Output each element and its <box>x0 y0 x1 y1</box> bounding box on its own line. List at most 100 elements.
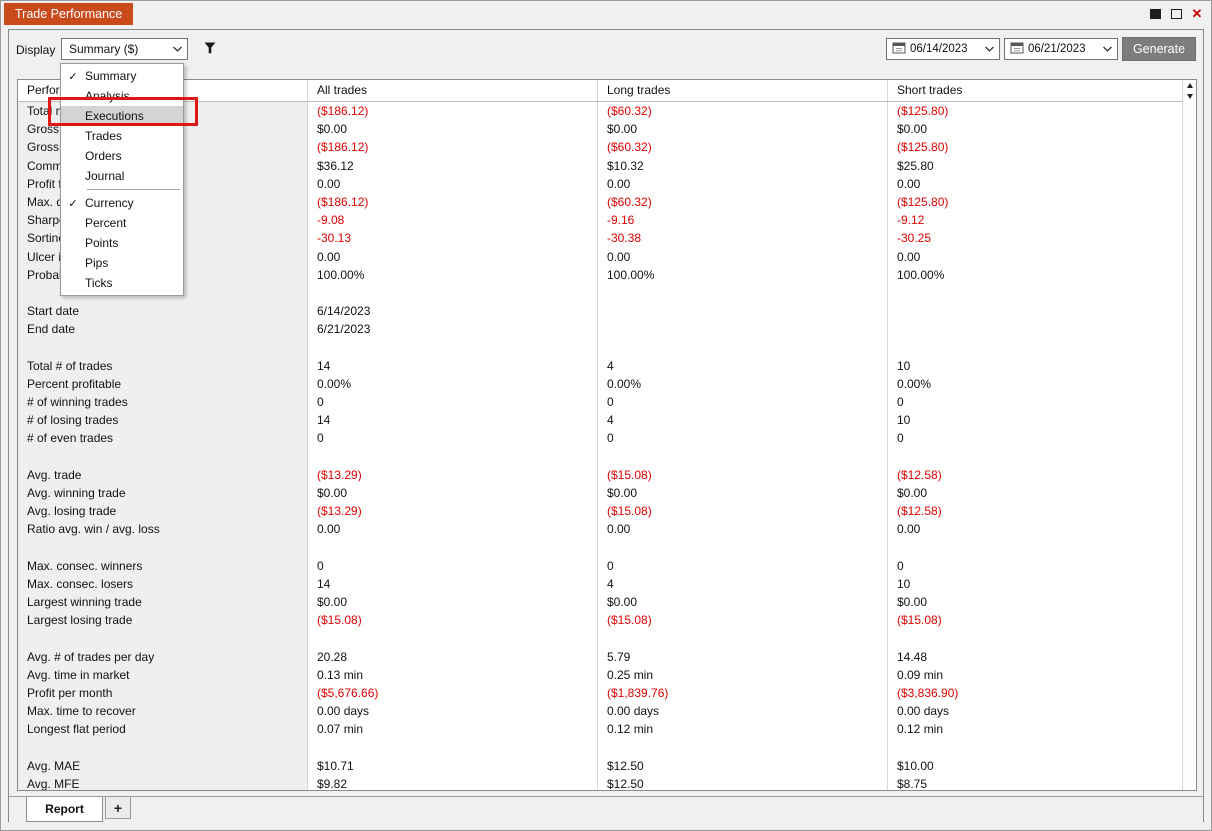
cell-value: $8.75 <box>897 776 928 790</box>
cell-value <box>598 629 888 648</box>
maximize-button[interactable] <box>1167 6 1185 21</box>
cell-value <box>888 320 1196 338</box>
cell-value: $0.00 <box>308 593 598 612</box>
cell-value: $0.00 <box>598 593 888 612</box>
row-label: Avg. MFE <box>18 774 308 790</box>
cell-value: 0 <box>308 429 598 448</box>
menu-item-ticks[interactable]: Ticks <box>61 273 183 293</box>
row-label: Percent profitable <box>18 374 308 393</box>
menu-item-orders[interactable]: Orders <box>61 146 183 166</box>
row-label: # of losing trades <box>18 411 308 430</box>
row-label: Longest flat period <box>18 720 308 739</box>
content-panel: Display Summary ($) 06/14/2023 06/21/202… <box>8 29 1204 824</box>
cell-value: 0.00 days <box>308 702 598 721</box>
cell-value: 0 <box>598 556 888 575</box>
menu-item-label: Journal <box>85 169 125 183</box>
row-label: Largest losing trade <box>18 611 308 630</box>
cell-value: $0.00 <box>897 122 928 137</box>
menu-item-percent[interactable]: Percent <box>61 213 183 233</box>
end-date-picker[interactable]: 06/21/2023 <box>1004 38 1118 60</box>
add-tab-button[interactable]: + <box>105 797 131 819</box>
row-label: Max. consec. losers <box>18 574 308 594</box>
column-header: Short trades <box>897 83 963 97</box>
report-tab[interactable]: Report <box>26 797 103 822</box>
cell-value: -30.38 <box>598 229 888 248</box>
menu-item-label: Ticks <box>85 276 113 290</box>
cell-value <box>598 447 888 466</box>
window-controls: ✕ <box>1146 6 1206 21</box>
menu-item-label: Pips <box>85 256 109 270</box>
cell-value: 0.00 <box>308 174 598 193</box>
calendar-icon <box>892 41 906 57</box>
table-row: Sortino ratio-30.13-30.38-30.25 <box>18 229 1196 248</box>
cell-value: $0.00 <box>308 120 598 139</box>
close-button[interactable]: ✕ <box>1188 6 1206 21</box>
menu-item-summary[interactable]: ✓ Summary <box>61 66 183 86</box>
row-label: Profit per month <box>18 684 308 703</box>
table-row <box>18 338 1196 357</box>
filter-button[interactable] <box>200 40 220 60</box>
menu-item-currency[interactable]: ✓ Currency <box>61 193 183 213</box>
cell-value: 4 <box>598 411 888 430</box>
menu-item-label: Summary <box>85 69 137 83</box>
window-title-tab[interactable]: Trade Performance <box>4 3 134 25</box>
cell-value: -30.25 <box>897 231 932 246</box>
cell-value: ($12.58) <box>897 504 942 519</box>
display-dropdown[interactable]: Summary ($) <box>61 38 188 60</box>
cell-value: 0 <box>598 393 888 412</box>
table-row <box>18 738 1196 757</box>
cell-value: ($5,676.66) <box>308 684 598 703</box>
generate-button[interactable]: Generate <box>1122 37 1196 61</box>
cell-value <box>888 338 1196 356</box>
cell-value: $9.82 <box>308 774 598 790</box>
cell-value: 0 <box>308 556 598 575</box>
table-row: Longest flat period 0.07 min 0.12 min 0.12 … <box>18 720 1196 739</box>
row-label <box>18 447 308 466</box>
row-label: Avg. # of trades per day <box>18 647 308 666</box>
cell-value: $10.32 <box>598 156 888 175</box>
cell-value <box>598 283 888 303</box>
menu-item-trades[interactable]: Trades <box>61 126 183 146</box>
table-row: Percent profitable 0.00% 0.00% 0.00% <box>18 374 1196 393</box>
table-row: # of winning trades 0 0 0 <box>18 393 1196 412</box>
cell-value: $12.50 <box>598 756 888 775</box>
start-date-picker[interactable]: 06/14/2023 <box>886 38 1000 60</box>
cell-value: 0.00% <box>897 376 932 391</box>
cell-value: 0 <box>308 393 598 412</box>
menu-item-pips[interactable]: Pips <box>61 253 183 273</box>
cell-value: 0.13 min <box>308 665 598 684</box>
menu-item-journal[interactable]: Journal <box>61 166 183 186</box>
cell-value: 0.09 min <box>897 667 944 682</box>
cell-value: -9.12 <box>897 213 925 228</box>
table-body: Total net profit($186.12)($60.32)($125.8… <box>18 102 1196 790</box>
chevron-down-icon <box>173 46 187 52</box>
end-date-value: 06/21/2023 <box>1028 43 1086 55</box>
row-label: # of even trades <box>18 429 308 448</box>
row-label: Max. time to recover <box>18 702 308 721</box>
vertical-scrollbar[interactable] <box>1182 80 1196 790</box>
menu-item-points[interactable]: Points <box>61 233 183 253</box>
table-row: Avg. losing trade ($13.29) ($15.08) ($12.58… <box>18 502 1196 521</box>
table-row: Avg. MFE $9.82 $12.50 $8.75 <box>18 774 1196 790</box>
table-row: Commission$36.12$10.32$25.80 <box>18 156 1196 175</box>
table-row: Max. consec. losers 14 4 10 <box>18 574 1196 594</box>
cell-value: 14 <box>308 411 598 430</box>
cell-value: ($60.32) <box>598 102 888 121</box>
cell-value: 0 <box>598 429 888 448</box>
cell-value <box>308 629 598 648</box>
add-tab-label: + <box>113 799 123 816</box>
scroll-up-button[interactable] <box>1183 80 1196 91</box>
cell-value: $0.00 <box>598 483 888 503</box>
cell-value <box>308 283 598 303</box>
cell-value: ($13.29) <box>308 465 598 484</box>
cell-value: ($186.12) <box>308 102 598 121</box>
cell-value <box>598 302 888 321</box>
cell-value: 0 <box>897 558 904 573</box>
scroll-down-button[interactable] <box>1183 91 1196 102</box>
cell-value: 0.00 <box>598 520 888 539</box>
table-row <box>18 283 1196 303</box>
cell-value: ($60.32) <box>598 138 888 157</box>
cell-value: 0.25 min <box>598 665 888 684</box>
row-label: End date <box>18 320 308 339</box>
minimize-button[interactable] <box>1146 6 1164 21</box>
